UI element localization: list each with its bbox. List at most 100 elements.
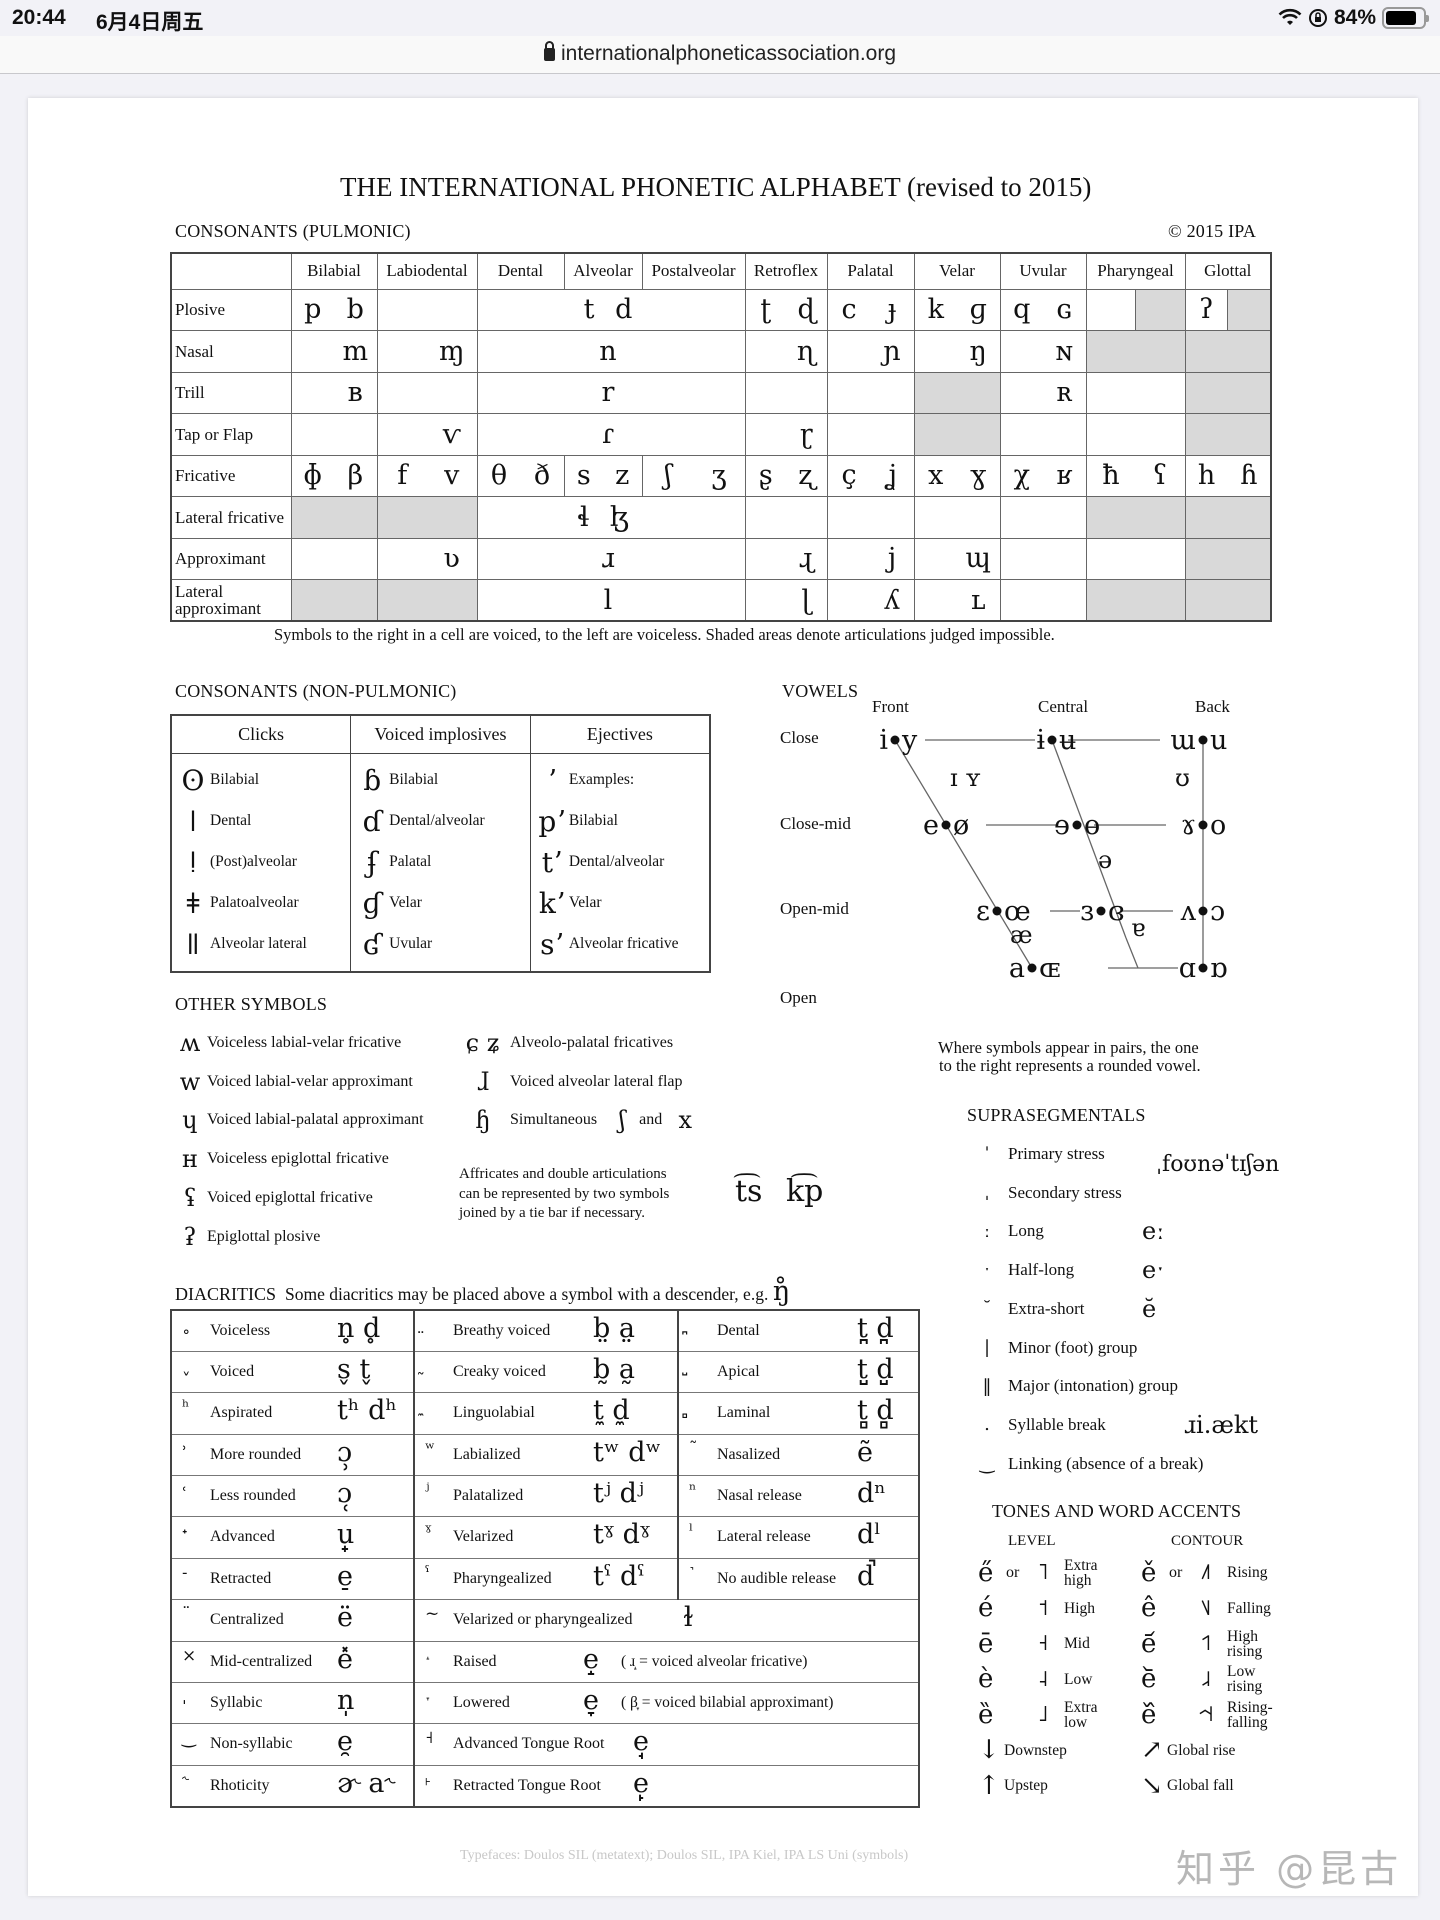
cell-symbols [378, 580, 477, 620]
diacritic-row: ʰAspiratedtʰ dʰ̼Linguolabialt̼ d̼̻Lamina… [171, 1392, 919, 1435]
pulmonic-cell [1085, 537, 1186, 580]
ipa-symbol-voiceless: ʔ [1199, 294, 1214, 326]
ipa-symbol-voiced [427, 497, 477, 538]
cell-symbols: t d [478, 290, 745, 331]
other-symbol-item: ɺ Voiced alveolar lateral flap [458, 1067, 683, 1097]
tone-label: High [1064, 1599, 1095, 1617]
ipa-symbol-voiced [334, 580, 377, 620]
ipa-symbol: ʍ [179, 1029, 201, 1057]
cell-symbols: χʁ [1001, 456, 1086, 497]
diacritic-example: ɔ̜ [337, 1478, 353, 1510]
contour-heading: CONTOUR [1171, 1533, 1244, 1549]
pulmonic-cell: qɢ [999, 288, 1087, 331]
suprasegmental-item: ‿ Linking (absence of a break) [972, 1445, 1204, 1483]
pulmonic-col-header: Uvular [999, 252, 1087, 290]
other-symbols-heading: OTHER SYMBOLS [175, 994, 328, 1014]
cell-symbols [746, 373, 827, 414]
orientation-lock-icon [1308, 9, 1327, 27]
ipa-symbol-voiced [1228, 331, 1270, 372]
pulmonic-cell [913, 371, 1001, 414]
pulmonic-cell: ɬ ɮ [476, 496, 746, 539]
diacritic-example: n̩ [337, 1685, 355, 1717]
diacritic-label: Raised [453, 1652, 497, 1670]
pulmonic-cell: χʁ [999, 454, 1087, 497]
diacritic-cell: ̼Linguolabialt̼ d̼ [413, 1392, 678, 1435]
cell-symbols: ⱱ [378, 414, 477, 455]
ipa-symbol-voiceless [1087, 539, 1136, 580]
suprasegmental-label: Half-long [1008, 1260, 1075, 1280]
tone-item: e̋ or ˥ Extra high [978, 1555, 1114, 1590]
cell-symbols: ɻ [746, 539, 827, 580]
tone-label: Global fall [1167, 1777, 1234, 1794]
diacritic-mark: ˠ [425, 1521, 432, 1542]
tone-item: ↗ Global rise [1141, 1733, 1287, 1768]
non-pulmonic-heading: CONSONANTS (NON-PULMONIC) [175, 681, 457, 701]
diacritic-cell: ̺Apicalt̺ d̺ [677, 1350, 919, 1394]
ipa-symbol-voiced [1228, 373, 1270, 414]
ipa-symbol-voiceless: k [927, 294, 944, 326]
ipa-symbol-voiced: ʝ [887, 460, 897, 492]
vowel-row-openmid: Open-mid [780, 899, 849, 918]
ejective-item: pʼ Bilabial [537, 801, 703, 842]
cell-symbols: ʙ [292, 373, 377, 414]
click-item: ǃ (Post)alveolar [178, 842, 344, 883]
ipa-symbol-voiced [1228, 497, 1270, 538]
ipa-symbol: ʡ [183, 1222, 197, 1251]
pulmonic-consonant-table: Bilabial Labiodental Dental Alveolar Postalv… [170, 252, 1272, 622]
cell-symbols: ɹ [478, 539, 745, 580]
diacritic-mark: ˒ [182, 1438, 188, 1459]
vowel-dot [1047, 735, 1057, 745]
address-bar[interactable]: internationalphoneticassociation.org [0, 36, 1440, 74]
symbol-label: Palatal [389, 853, 432, 870]
pulmonic-cell: l [476, 579, 746, 622]
ipa-symbol-voiced: j [887, 543, 897, 575]
diacritic-row: ˗ Retracted e̠ ˤ Pharyngealized tˤ dˤ ˺ No audi… [171, 1557, 919, 1601]
pulmonic-cell [1085, 288, 1186, 331]
cell-symbols [1087, 497, 1185, 538]
ipa-symbol-voiceless [828, 539, 871, 580]
suprasegmental-label: Primary stress [1008, 1144, 1105, 1163]
ipa-symbol-voiced: ɻ [798, 543, 814, 575]
diacritic-example: n̥ d̥ [337, 1313, 381, 1344]
diacritic-cell-wide: ˔ Raised e̝ ( ɹ̝ = voiced alveolar fricativ… [413, 1640, 919, 1684]
symbol-label: Bilabial [389, 771, 439, 788]
ejective-item: ʼ Examples: [537, 760, 703, 801]
ipa-symbol-voiced [427, 290, 477, 331]
diacritic-mark: ~ [425, 1604, 440, 1625]
tone-symbol: e᷅ [1141, 1664, 1157, 1694]
ipa-symbol-voiceless [1186, 497, 1228, 538]
pulmonic-cell [1085, 413, 1186, 456]
suprasegmental-mark: . [984, 1414, 990, 1436]
diacritic-mark: ˔ [425, 1645, 431, 1666]
pulmonic-cell: cɟ [826, 288, 915, 331]
level-heading: LEVEL [1008, 1533, 1056, 1549]
diacritic-cell: ̤Breathy voicedb̤ a̤ [413, 1309, 678, 1352]
ipa-symbol: ʢ [183, 1183, 197, 1212]
ipa-symbol: ǀ [188, 804, 198, 838]
ejective-item: kʼ Velar [537, 883, 703, 924]
cell-symbols [378, 497, 477, 538]
ipa-symbol-voiced [1043, 539, 1086, 580]
diacritic-row: ˬVoiceds̬ t̬̰Creaky voicedb̰ a̰̺Apicalt̺… [171, 1350, 919, 1394]
diacritics-table: ˳Voicelessn̥ d̥̤Breathy voicedb̤ a̤̪Dent… [170, 1309, 920, 1808]
symbol-label: Dental/alveolar [568, 853, 665, 870]
cell-symbols [915, 414, 1000, 455]
pulmonic-cell: ɽ [744, 413, 828, 456]
other-symbol-item: ɥ Voiced labial-palatal approximant [175, 1105, 423, 1135]
ipa-symbol-voiceless [746, 331, 787, 372]
pulmonic-cell [290, 537, 378, 580]
diacritic-example: b̰ a̰ [593, 1353, 635, 1385]
cell-symbols: ɴ [1001, 331, 1086, 372]
other-symbol-item: w Voiced labial-velar approximant [175, 1067, 413, 1097]
battery-percent: 84% [1333, 6, 1376, 29]
diacritic-example: ë [337, 1602, 353, 1634]
cell-symbols: ʀ [1001, 373, 1086, 414]
diacritic-cell: ˡ Lateral release dˡ [677, 1516, 919, 1559]
vowel-rounded: ɵ [1084, 810, 1100, 841]
vowel-dot [890, 735, 900, 745]
vowel-single: ə [1098, 846, 1112, 874]
implosives-list: ɓ Bilabial ɗ Dental/alveolar ʄ Palatal ɠ Velar ʛ… [350, 753, 531, 972]
diacritic-example: ɔ̹ [337, 1436, 353, 1468]
ipa-symbol-voiced [871, 497, 914, 538]
ipa-symbol-voiceless: h [1197, 460, 1216, 492]
